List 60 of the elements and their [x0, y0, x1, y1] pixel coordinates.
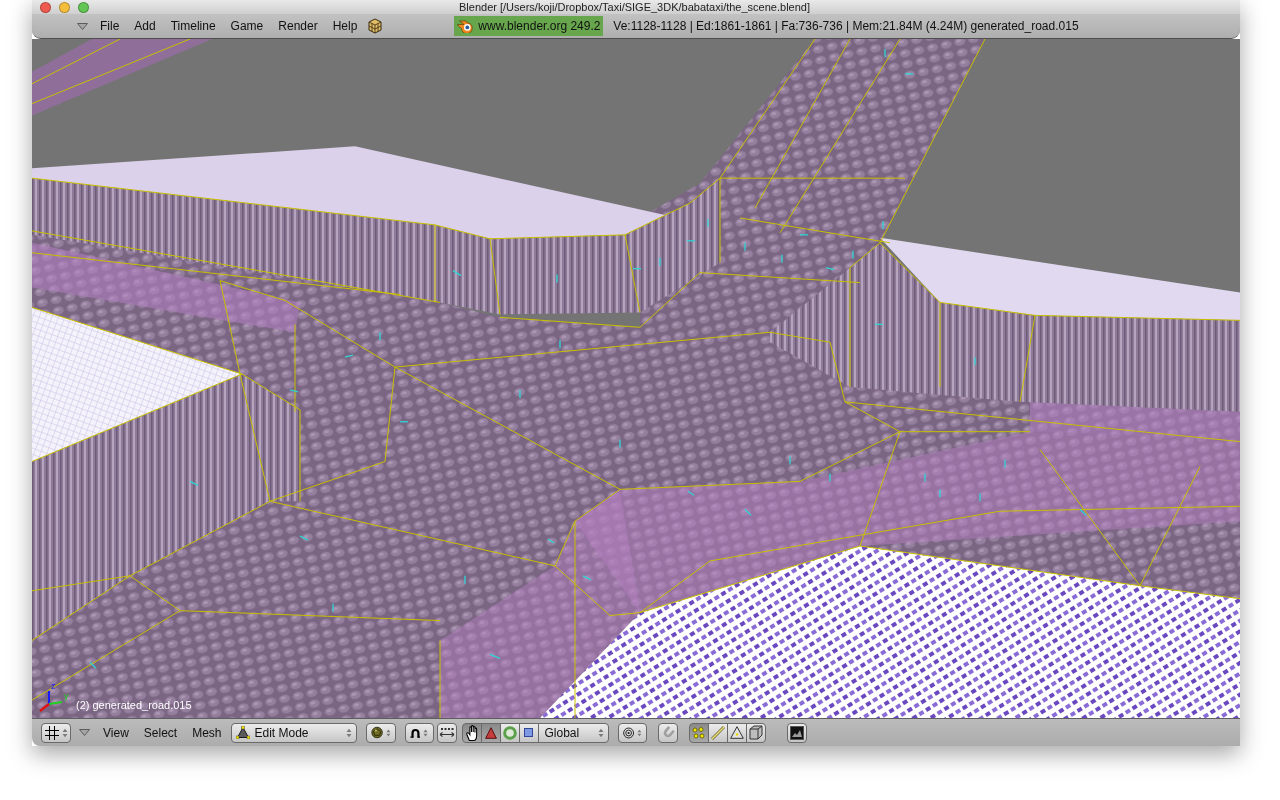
- updown-arrows-icon: [345, 727, 352, 738]
- rotate-toggle-button[interactable]: [499, 722, 520, 743]
- hand-icon: [464, 724, 479, 741]
- zoom-button[interactable]: [78, 1, 89, 13]
- vertices-icon: [692, 726, 705, 739]
- object-label: (2) generated_road.015: [76, 699, 192, 711]
- updown-arrows-icon: [423, 727, 429, 738]
- image-icon: [789, 725, 804, 740]
- hand-toggle-button[interactable]: [461, 722, 482, 743]
- updown-arrows-icon: [61, 727, 68, 738]
- menu-item[interactable]: Mesh: [192, 725, 222, 740]
- triangle-icon: [484, 726, 497, 739]
- grid-icon: [44, 725, 59, 740]
- editor-type-button[interactable]: [41, 722, 71, 743]
- target-circle-icon: [622, 725, 634, 740]
- close-button[interactable]: [40, 1, 51, 13]
- menu-item[interactable]: Help: [332, 19, 358, 33]
- logo-icon: [457, 19, 475, 33]
- mesh-triangle-icon: [235, 726, 250, 739]
- menu-item[interactable]: Timeline: [170, 19, 216, 33]
- axis-label: y: [64, 691, 69, 701]
- square-icon: [524, 728, 533, 737]
- menu-item[interactable]: Add: [134, 19, 156, 33]
- menu-item[interactable]: File: [100, 19, 120, 33]
- window-title: Blender [/Users/koji/Dropbox/Taxi/SIGE_3DK/babataxi/the_scene.blend]: [458, 0, 811, 14]
- version-badge[interactable]: www.blender.org 249.2: [454, 16, 604, 36]
- updown-arrows-icon: [597, 727, 604, 738]
- menu-item[interactable]: View: [103, 725, 129, 740]
- translate-toggle-button[interactable]: [480, 722, 501, 743]
- cube-icon[interactable]: [368, 18, 383, 34]
- face-mode-button[interactable]: [726, 722, 747, 743]
- axis-label: z: [51, 681, 56, 691]
- triangle-outline-icon: [729, 726, 744, 739]
- menu-item[interactable]: Select: [143, 725, 178, 740]
- render-button[interactable]: [786, 722, 807, 743]
- updown-arrows-icon: [636, 727, 642, 738]
- menu-item[interactable]: Game: [230, 19, 264, 33]
- scale-toggle-button[interactable]: [518, 722, 539, 743]
- proportional-dropdown[interactable]: [617, 722, 647, 743]
- orientation-dropdown[interactable]: Global: [537, 722, 609, 743]
- pivot-dropdown[interactable]: [404, 722, 434, 743]
- ring-icon: [502, 725, 517, 740]
- vertex-mode-button[interactable]: [688, 722, 709, 743]
- sphere-icon: [370, 725, 383, 740]
- arrows-button[interactable]: [436, 722, 457, 743]
- edge-mode-button[interactable]: [707, 722, 728, 743]
- snap-button[interactable]: [657, 722, 678, 743]
- version-text: www.blender.org 249.2: [478, 19, 601, 33]
- occlude-button[interactable]: [745, 722, 766, 743]
- scene-stats: Ve:1128-1128 | Ed:1861-1861 | Fa:736-736 | Mem:21.84M (4.24M) generated_road.015: [613, 19, 1079, 33]
- menu-item[interactable]: Render: [278, 19, 318, 33]
- draw-type-dropdown[interactable]: [365, 722, 396, 743]
- triangle-icon[interactable]: [77, 22, 88, 30]
- dotted-arrows-icon: [438, 727, 455, 738]
- edge-icon: [710, 725, 725, 740]
- triangle-icon[interactable]: [79, 729, 90, 736]
- arch-icon: [409, 726, 421, 739]
- cube-outline-icon: [748, 725, 763, 740]
- mode-dropdown[interactable]: Edit Mode: [230, 722, 357, 743]
- updown-arrows-icon: [385, 727, 391, 738]
